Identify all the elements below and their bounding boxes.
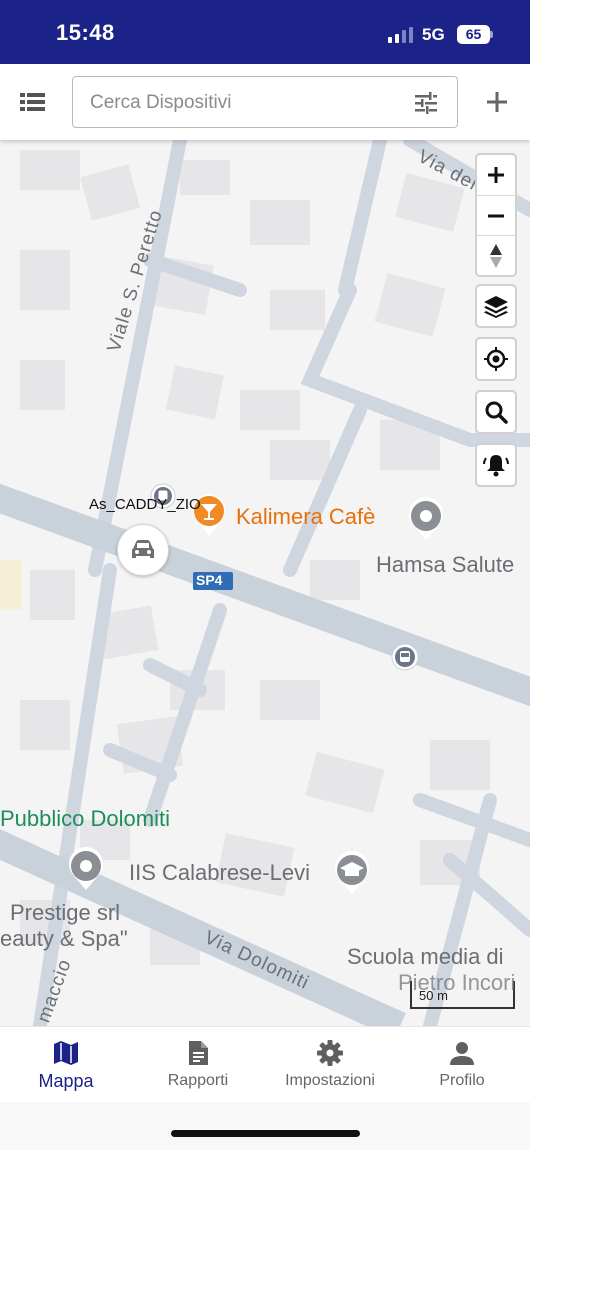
plus-icon [487,92,507,112]
crosshair-icon [484,347,508,371]
poi-label-kalimera: Kalimera Cafè [236,504,376,529]
map-search-button[interactable] [475,390,517,434]
minus-icon [488,214,504,217]
layers-button[interactable] [475,284,517,328]
my-location-button[interactable] [475,337,517,381]
bottom-navigation: Mappa Rapporti Impostazioni Profilo [0,1026,530,1102]
bus-stop-icon[interactable] [391,643,419,676]
home-indicator[interactable] [171,1130,360,1137]
search-icon [485,401,508,424]
nav-item-impostazioni[interactable]: Impostazioni [264,1027,396,1103]
nav-label-impostazioni: Impostazioni [285,1072,375,1089]
nav-label-rapporti: Rapporti [167,1072,229,1089]
poi-label-pubblico: Pubblico Dolomiti [0,806,170,831]
alarm-button[interactable] [475,443,517,487]
compass-button[interactable] [477,235,515,275]
filter-button[interactable] [413,91,439,115]
plus-icon [488,167,504,183]
nav-item-rapporti[interactable]: Rapporti [132,1027,264,1103]
tune-icon [415,92,437,114]
device-list-button[interactable] [18,90,48,114]
poi-label-prestige-2: eauty & Spa" [0,926,128,951]
layers-icon [484,296,508,318]
search-input[interactable] [90,89,400,117]
nav-label-mappa: Mappa [38,1071,94,1091]
document-icon [189,1041,208,1065]
list-icon [20,93,45,111]
map-view[interactable]: Viale S. Peretto Via dei Via Dolomiti ma… [0,140,530,1026]
top-bar [0,64,530,140]
gear-icon [317,1040,343,1066]
search-box [72,76,458,128]
zoom-out-button[interactable] [477,195,515,235]
battery-icon: 65 [457,25,493,44]
school-pin-icon[interactable] [332,850,372,901]
poi-label-calabrese: IIS Calabrese-Levi [129,860,310,885]
car-icon [132,540,154,558]
status-bar: 15:48 5G 65 [0,0,530,64]
add-device-button[interactable] [483,88,511,116]
person-icon [450,1042,474,1065]
home-indicator-area [0,1102,530,1150]
signal-icon [388,27,414,43]
status-time: 15:48 [56,20,115,45]
nav-item-mappa[interactable]: Mappa [0,1027,132,1103]
poi-label-hamsa: Hamsa Salute [376,552,515,577]
map-icon [54,1041,78,1065]
app-screen: 15:48 5G 65 Cerca Dispositivi Viale S. P… [0,0,530,1150]
poi-label-prestige: Prestige srl [10,900,121,925]
scale-label: 50 m [419,988,448,1003]
zoom-controls [475,153,517,277]
vehicle-label: As_CADDY_ZIO [89,496,201,513]
map-scale: 50 m [410,980,516,1010]
nav-item-profilo[interactable]: Profilo [396,1027,528,1103]
network-type: 5G [422,25,445,44]
vehicle-marker[interactable] [117,524,169,576]
compass-icon [490,243,502,268]
place-pin-icon[interactable] [406,496,446,547]
place-pin-icon[interactable] [66,846,106,897]
zoom-in-button[interactable] [477,155,515,195]
nav-label-profilo: Profilo [439,1072,485,1089]
bell-ring-icon [483,455,509,477]
poi-label-scuola: Scuola media di [347,944,504,969]
road-shield-sp4: SP4 [196,572,223,588]
battery-level: 65 [465,26,482,42]
